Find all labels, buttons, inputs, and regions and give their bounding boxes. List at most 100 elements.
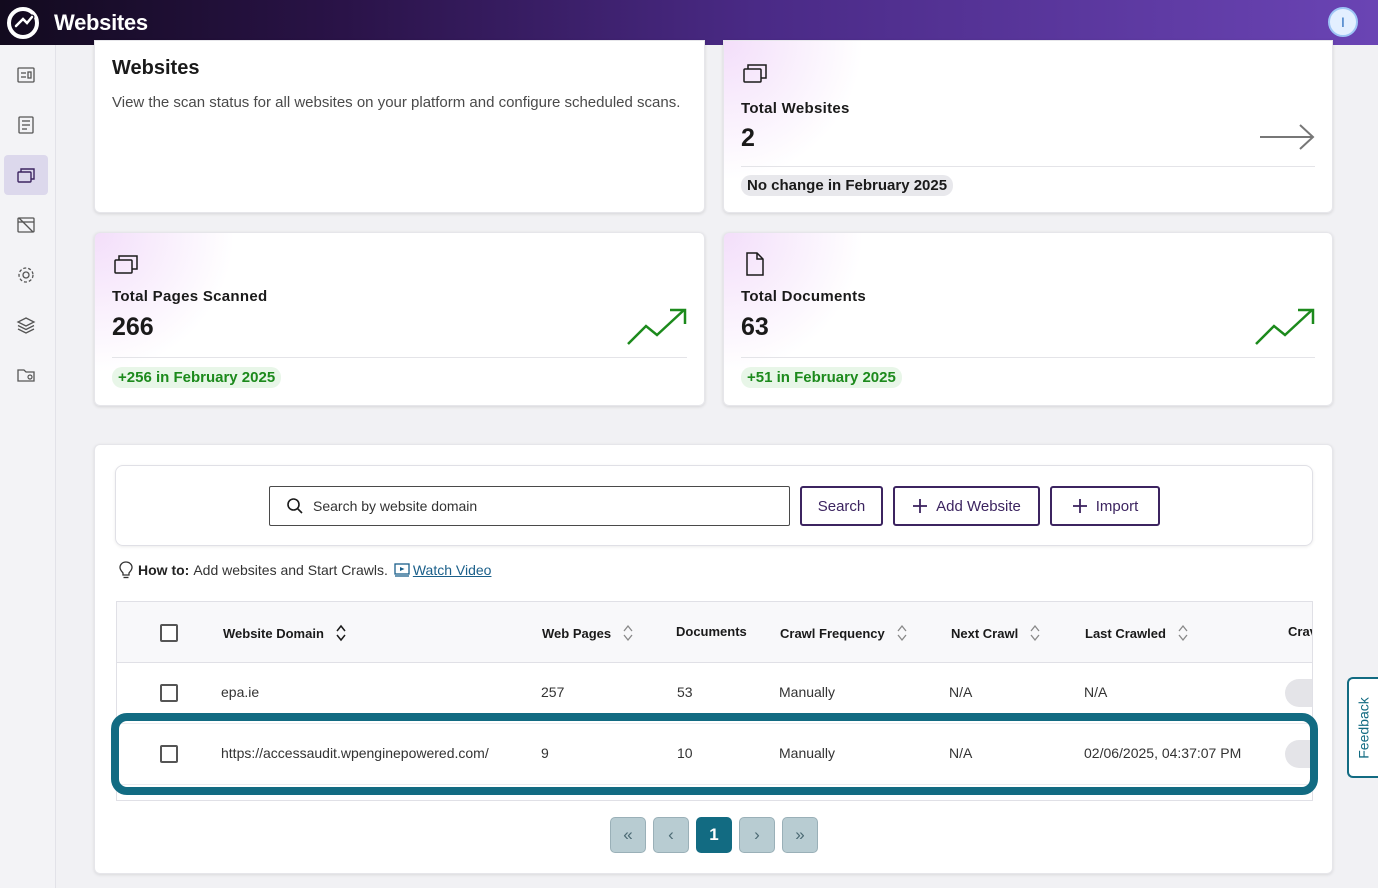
browser-off-icon bbox=[17, 217, 35, 233]
row-checkbox[interactable] bbox=[160, 684, 178, 702]
windows-icon bbox=[743, 64, 767, 83]
sort-ascending-icon[interactable] bbox=[336, 624, 346, 642]
search-button-label: Search bbox=[817, 497, 866, 515]
divider bbox=[741, 166, 1315, 167]
search-button[interactable]: Search bbox=[800, 486, 883, 526]
column-crawl: Crav bbox=[1288, 624, 1312, 639]
report-icon bbox=[18, 116, 34, 134]
plus-icon bbox=[913, 499, 928, 513]
document-icon bbox=[746, 252, 764, 276]
total-pages-card: Total Pages Scanned 266 +256 in February… bbox=[94, 232, 705, 406]
divider bbox=[112, 357, 687, 358]
select-all-checkbox[interactable] bbox=[160, 624, 178, 642]
howto-text: Add websites and Start Crawls. bbox=[193, 562, 388, 578]
page-1-button[interactable]: 1 bbox=[696, 817, 732, 853]
windows-icon bbox=[114, 255, 138, 274]
stat-change-badge: +51 in February 2025 bbox=[741, 367, 902, 388]
sort-icon[interactable] bbox=[1030, 624, 1040, 642]
sidebar-item-reports[interactable] bbox=[4, 105, 48, 145]
gear-icon bbox=[18, 267, 34, 283]
stat-value: 63 bbox=[741, 313, 769, 341]
sidebar-item-dashboard[interactable] bbox=[4, 55, 48, 95]
cell-web-pages: 257 bbox=[541, 684, 565, 700]
feedback-label: Feedback bbox=[1355, 696, 1372, 759]
column-next-crawl[interactable]: Next Crawl bbox=[951, 624, 1040, 642]
arrow-right-icon[interactable] bbox=[1258, 122, 1316, 152]
sidebar-item-layers[interactable] bbox=[4, 305, 48, 345]
add-website-label: Add Website bbox=[936, 497, 1021, 515]
page-description: View the scan status for all websites on… bbox=[112, 94, 681, 111]
trending-up-icon bbox=[627, 308, 687, 345]
column-documents: Documents bbox=[676, 624, 747, 639]
app-logo-icon[interactable] bbox=[4, 4, 42, 42]
column-label: Web Pages bbox=[542, 625, 612, 641]
row-highlight-outline bbox=[111, 713, 1318, 795]
column-label: Documents bbox=[676, 624, 747, 639]
howto-hint: How to: Add websites and Start Crawls. W… bbox=[118, 561, 491, 579]
add-website-button[interactable]: Add Website bbox=[893, 486, 1040, 526]
sidebar bbox=[0, 45, 56, 888]
stat-label: Total Documents bbox=[741, 288, 867, 305]
total-documents-card: Total Documents 63 +51 in February 2025 bbox=[723, 232, 1333, 406]
sidebar-item-settings[interactable] bbox=[4, 255, 48, 295]
video-icon bbox=[394, 563, 410, 577]
folder-settings-icon bbox=[17, 369, 35, 382]
plus-icon bbox=[1072, 499, 1087, 513]
column-website-domain[interactable]: Website Domain bbox=[223, 624, 346, 642]
divider bbox=[741, 357, 1315, 358]
first-page-button[interactable]: « bbox=[610, 817, 646, 853]
total-websites-card: Total Websites 2 No change in February 2… bbox=[723, 40, 1333, 213]
search-input[interactable] bbox=[313, 498, 773, 514]
sidebar-item-hidden[interactable] bbox=[4, 205, 48, 245]
cell-crawl-frequency: Manually bbox=[779, 684, 836, 700]
column-label: Crav bbox=[1288, 624, 1312, 639]
next-page-button[interactable]: › bbox=[739, 817, 775, 853]
search-field[interactable] bbox=[269, 486, 790, 526]
cell-next-crawl: N/A bbox=[949, 684, 973, 700]
lightbulb-icon bbox=[119, 561, 133, 579]
cell-last-crawled: N/A bbox=[1084, 684, 1108, 700]
stat-value: 2 bbox=[741, 124, 755, 152]
column-label: Next Crawl bbox=[951, 625, 1019, 641]
cell-documents: 53 bbox=[677, 684, 693, 700]
search-icon bbox=[287, 498, 303, 514]
sort-icon[interactable] bbox=[897, 624, 907, 642]
howto-prefix: How to: bbox=[138, 562, 190, 578]
column-label: Website Domain bbox=[223, 625, 324, 641]
trending-up-icon bbox=[1255, 308, 1315, 345]
sort-icon[interactable] bbox=[1178, 624, 1188, 642]
search-toolbar: Search Add Website Import bbox=[115, 465, 1313, 546]
intro-card: Websites View the scan status for all we… bbox=[94, 40, 705, 213]
previous-page-button[interactable]: ‹ bbox=[653, 817, 689, 853]
windows-icon bbox=[17, 168, 35, 183]
sidebar-item-folder[interactable] bbox=[4, 355, 48, 395]
dashboard-icon bbox=[17, 67, 35, 83]
stat-value: 266 bbox=[112, 313, 154, 341]
column-crawl-frequency[interactable]: Crawl Frequency bbox=[780, 624, 907, 642]
column-last-crawled[interactable]: Last Crawled bbox=[1085, 624, 1188, 642]
cell-domain[interactable]: epa.ie bbox=[221, 684, 259, 700]
import-button[interactable]: Import bbox=[1050, 486, 1160, 526]
top-bar: Websites I bbox=[0, 0, 1378, 45]
stat-label: Total Websites bbox=[741, 100, 850, 117]
websites-panel: Search Add Website Import How to: Add we… bbox=[94, 444, 1333, 874]
column-label: Last Crawled bbox=[1085, 625, 1166, 641]
crawl-toggle[interactable] bbox=[1285, 679, 1312, 707]
feedback-tab[interactable]: Feedback bbox=[1347, 677, 1378, 778]
layers-icon bbox=[16, 317, 36, 334]
watch-video-link[interactable]: Watch Video bbox=[394, 562, 492, 578]
user-avatar[interactable]: I bbox=[1328, 7, 1358, 37]
sidebar-item-websites[interactable] bbox=[4, 155, 48, 195]
stat-change-badge: +256 in February 2025 bbox=[112, 367, 282, 388]
app-title: Websites bbox=[54, 9, 148, 35]
last-page-button[interactable]: » bbox=[782, 817, 818, 853]
page-title: Websites bbox=[112, 57, 200, 79]
table-header: Website Domain Web Pages Documents Crawl… bbox=[117, 602, 1312, 663]
stat-label: Total Pages Scanned bbox=[112, 288, 268, 305]
watch-video-label: Watch Video bbox=[412, 562, 492, 578]
column-web-pages[interactable]: Web Pages bbox=[542, 624, 633, 642]
stat-change-badge: No change in February 2025 bbox=[741, 175, 954, 196]
column-label: Crawl Frequency bbox=[780, 625, 885, 641]
sort-icon[interactable] bbox=[623, 624, 633, 642]
import-label: Import bbox=[1095, 497, 1139, 515]
